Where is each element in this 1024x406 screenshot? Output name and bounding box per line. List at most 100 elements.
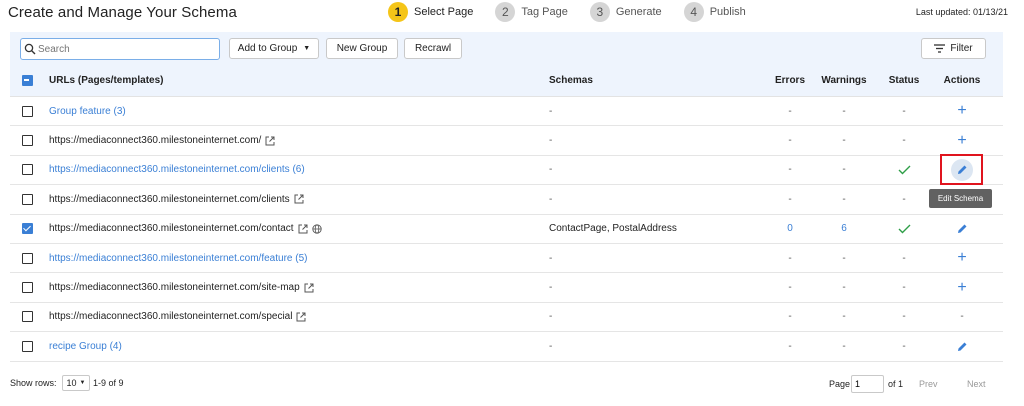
- url-text: https://mediaconnect360.milestoneinterne…: [49, 311, 293, 323]
- add-to-group-button[interactable]: Add to Group ▼: [229, 38, 319, 59]
- header: Create and Manage Your Schema 1 Select P…: [0, 0, 1024, 28]
- status-cell: -: [902, 311, 906, 323]
- schemas-cell: -: [549, 311, 553, 323]
- warnings-cell: -: [842, 311, 846, 323]
- row-checkbox[interactable]: [21, 223, 33, 235]
- page-label: Page: [829, 379, 851, 389]
- row-range: 1-9 of 9: [93, 378, 124, 388]
- row-checkbox[interactable]: [21, 135, 33, 147]
- warnings-cell: -: [842, 193, 846, 205]
- rows-per-page-value: 10: [66, 378, 77, 388]
- recrawl-button[interactable]: Recrawl: [404, 38, 462, 59]
- warnings-cell: -: [842, 340, 846, 352]
- step-label: Publish: [709, 6, 746, 18]
- table-row: https://mediaconnect360.milestoneinterne…: [10, 273, 1003, 303]
- caret-down-icon: ▼: [79, 380, 86, 386]
- search-icon: [24, 43, 36, 55]
- edit-schema-button[interactable]: [957, 223, 968, 234]
- add-schema-icon[interactable]: +: [957, 250, 966, 266]
- row-checkbox[interactable]: [21, 164, 33, 176]
- status-cell: -: [902, 193, 906, 205]
- schemas-cell: -: [549, 105, 553, 117]
- pencil-icon: [957, 165, 966, 175]
- search-box[interactable]: [20, 38, 220, 60]
- step-publish[interactable]: 4 Publish: [683, 2, 746, 22]
- next-button[interactable]: Next: [967, 379, 986, 389]
- row-checkbox[interactable]: [21, 193, 33, 205]
- external-link-icon[interactable]: [304, 283, 314, 293]
- pencil-icon: [957, 224, 966, 234]
- schemas-cell: -: [549, 340, 553, 352]
- errors-cell: -: [788, 340, 792, 352]
- edit-schema-button[interactable]: [951, 158, 973, 181]
- rows-per-page-select[interactable]: 10 ▼: [62, 375, 90, 391]
- table-footer: Show rows: 10 ▼ 1-9 of 9 Page of 1 Prev …: [0, 372, 1024, 396]
- url-text: https://mediaconnect360.milestoneinterne…: [49, 135, 262, 147]
- schemas-cell: -: [549, 135, 553, 147]
- errors-cell[interactable]: 0: [770, 215, 810, 243]
- errors-cell: -: [788, 311, 792, 323]
- table-row: https://mediaconnect360.milestoneinterne…: [10, 126, 1003, 156]
- add-schema-icon[interactable]: +: [957, 132, 966, 149]
- warnings-cell[interactable]: 6: [816, 215, 872, 243]
- errors-cell: -: [788, 135, 792, 147]
- step-number: 1: [388, 2, 408, 22]
- select-all-checkbox[interactable]: [21, 74, 33, 86]
- row-checkbox[interactable]: [21, 282, 33, 294]
- row-checkbox[interactable]: [21, 105, 33, 117]
- actions-cell: -: [960, 311, 964, 323]
- page-title: Create and Manage Your Schema: [8, 4, 237, 21]
- external-link-icon[interactable]: [265, 136, 275, 146]
- schemas-cell: -: [549, 252, 553, 264]
- filter-label: Filter: [950, 43, 973, 54]
- row-checkbox[interactable]: [21, 311, 33, 323]
- page-total: of 1: [888, 379, 904, 389]
- status-cell: [883, 215, 925, 243]
- url-link[interactable]: https://mediaconnect360.milestoneinterne…: [49, 253, 307, 264]
- toolbar: Add to Group ▼ New Group Recrawl Filter: [10, 32, 1003, 64]
- external-link-icon[interactable]: [294, 194, 304, 204]
- add-schema-icon[interactable]: +: [957, 103, 966, 119]
- new-group-button[interactable]: New Group: [326, 38, 398, 59]
- step-label: Select Page: [414, 6, 474, 18]
- schemas-cell: -: [549, 282, 553, 294]
- url-link[interactable]: https://mediaconnect360.milestoneinterne…: [49, 164, 305, 175]
- errors-cell: -: [788, 282, 792, 294]
- status-cell: -: [902, 252, 906, 264]
- url-link[interactable]: recipe Group (4): [49, 341, 122, 352]
- errors-cell: -: [788, 164, 792, 176]
- step-generate[interactable]: 3 Generate: [589, 2, 662, 22]
- step-number: 3: [589, 2, 610, 22]
- step-select-page[interactable]: 1 Select Page: [388, 2, 473, 22]
- add-schema-icon[interactable]: +: [957, 279, 966, 296]
- url-link[interactable]: Group feature (3): [49, 106, 126, 117]
- globe-icon[interactable]: [311, 224, 322, 234]
- step-label: Generate: [615, 6, 662, 18]
- table-row: Group feature (3) - - - - +: [10, 97, 1003, 127]
- table-header: URLs (Pages/templates) Schemas Errors Wa…: [10, 64, 1003, 97]
- row-checkbox[interactable]: [21, 252, 33, 264]
- external-link-icon[interactable]: [298, 224, 308, 234]
- row-checkbox[interactable]: [21, 340, 33, 352]
- status-cell: [883, 156, 925, 184]
- table-row: https://mediaconnect360.milestoneinterne…: [10, 185, 1003, 215]
- page-input[interactable]: [851, 375, 884, 393]
- schemas-cell: -: [549, 193, 553, 205]
- step-tag-page[interactable]: 2 Tag Page: [495, 2, 568, 22]
- step-number: 2: [495, 2, 516, 22]
- edit-schema-button[interactable]: [957, 341, 968, 352]
- filter-button[interactable]: Filter: [921, 38, 986, 59]
- status-cell: -: [902, 135, 906, 147]
- last-updated: Last updated: 01/13/21: [915, 7, 1008, 17]
- schemas-cell: -: [549, 164, 553, 176]
- url-text: https://mediaconnect360.milestoneinterne…: [49, 193, 290, 205]
- header-errors: Errors: [774, 74, 805, 86]
- search-input[interactable]: [38, 43, 208, 55]
- warnings-cell: -: [842, 164, 846, 176]
- status-cell: -: [902, 105, 906, 117]
- schemas-cell: ContactPage, PostalAddress: [549, 223, 677, 235]
- prev-button[interactable]: Prev: [919, 379, 938, 389]
- external-link-icon[interactable]: [296, 312, 306, 322]
- url-text: https://mediaconnect360.milestoneinterne…: [49, 223, 294, 235]
- errors-cell: -: [788, 105, 792, 117]
